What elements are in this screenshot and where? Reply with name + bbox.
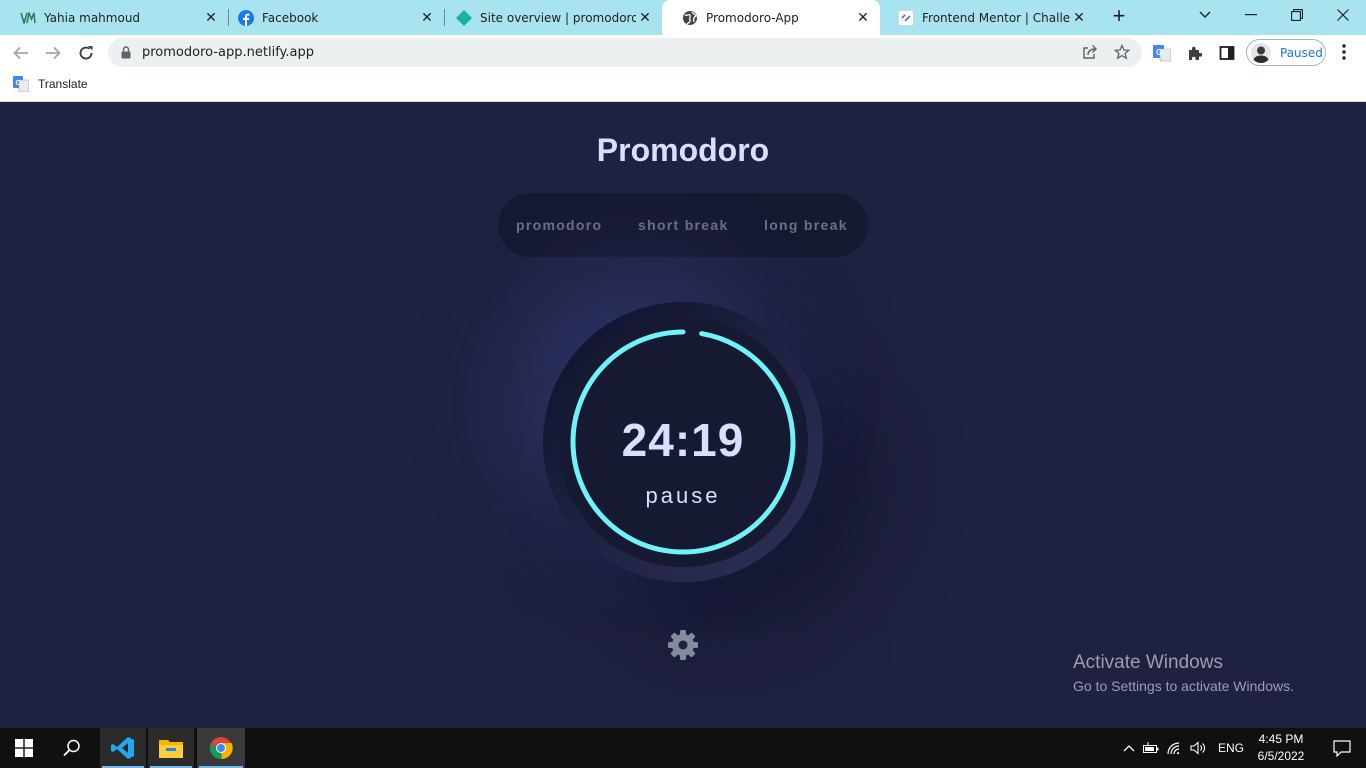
restore-button[interactable] [1274,0,1320,30]
google-translate-icon[interactable]: G [1152,43,1172,63]
tab-title: Yahia mahmoud [44,10,141,25]
wifi-icon[interactable] [1163,742,1187,754]
close-tab-icon[interactable]: ✕ [854,9,872,27]
tab-title: Site overview | promodoro-ap [480,10,636,25]
url-text: promodoro-app.netlify.app [142,45,314,60]
timer-dial[interactable]: 24:19 pause [543,302,823,582]
side-panel-icon[interactable] [1217,43,1237,63]
clock-time: 4:45 PM [1258,732,1304,746]
tab-title: Frontend Mentor | Challenge [922,10,1070,25]
activate-windows-watermark: Activate Windows Go to Settings to activ… [1073,652,1294,694]
notification-icon[interactable] [1318,728,1366,768]
lock-icon[interactable] [121,46,131,64]
chrome-icon[interactable] [197,728,245,768]
more-menu-icon[interactable] [1336,42,1352,62]
close-tab-icon[interactable]: ✕ [636,9,654,27]
forward-button[interactable] [40,40,66,66]
tab-promodoro-app[interactable]: Promodoro-App ✕ [662,0,880,35]
clock[interactable]: 4:45 PM 6/5/2022 [1253,731,1309,765]
timer-time: 24:19 [621,414,745,466]
search-icon[interactable] [48,728,96,768]
back-button[interactable] [8,40,34,66]
svg-text:G: G [15,78,21,87]
google-translate-icon: G [13,76,30,93]
windows-taskbar: ENG 4:45 PM 6/5/2022 [0,728,1366,768]
vscode-icon[interactable] [100,728,146,768]
watermark-heading: Activate Windows [1073,652,1223,673]
minimize-button[interactable] [1228,0,1274,30]
windows-start-icon[interactable] [0,728,48,768]
tab-frontend-mentor[interactable]: Frontend Mentor | Challenge ✕ [878,0,1096,35]
mode-long-break[interactable]: long break [764,217,848,233]
browser-toolbar: promodoro-app.netlify.app G Paused [0,35,1366,70]
extensions-icon[interactable] [1185,43,1205,63]
facebook-icon [238,9,254,26]
watermark-subtext: Go to Settings to activate Windows. [1073,678,1294,694]
system-tray: ENG [1119,728,1244,768]
globe-icon [682,10,698,26]
mode-short-break[interactable]: short break [638,217,729,233]
tab-strip: Yahia mahmoud ✕ Facebook ✕ Site overview… [0,0,1366,35]
avatar [1251,42,1271,63]
tab-search-button[interactable] [1182,0,1228,30]
ym-logo-icon [20,10,36,26]
clock-date: 6/5/2022 [1257,749,1305,763]
pomodoro-page: Promodoro promodoro short break long bre… [0,103,1366,728]
gear-icon[interactable] [667,629,699,666]
profile-button[interactable]: Paused [1246,39,1326,66]
file-explorer-icon[interactable] [148,728,194,768]
tab-netlify-site-overview[interactable]: Site overview | promodoro-ap ✕ [436,0,662,35]
timer-state-label[interactable]: pause [543,483,823,509]
mode-promodoro[interactable]: promodoro [516,217,602,233]
address-bar[interactable]: promodoro-app.netlify.app [108,38,1142,67]
svg-text:G: G [1156,48,1162,57]
new-tab-button[interactable]: + [1108,5,1130,28]
tab-title: Facebook [262,10,319,25]
profile-status-label: Paused [1280,45,1323,60]
mode-selector: promodoro short break long break [498,193,868,257]
tab-title: Promodoro-App [706,10,799,25]
volume-icon[interactable] [1187,741,1209,755]
chevron-up-icon[interactable] [1119,744,1139,752]
tab-yahia-mahmoud[interactable]: Yahia mahmoud ✕ [0,0,228,35]
reload-button[interactable] [73,40,99,66]
bookmarks-bar: G Translate [0,70,1366,102]
bookmark-translate[interactable]: G Translate [13,76,88,93]
battery-icon[interactable] [1139,742,1163,754]
close-tab-icon[interactable]: ✕ [1070,9,1088,27]
bookmark-label: Translate [38,77,88,91]
netlify-icon [456,9,472,26]
bookmark-star-icon[interactable] [1113,43,1131,65]
share-icon[interactable] [1082,44,1098,65]
language-indicator[interactable]: ENG [1218,741,1244,755]
frontend-mentor-icon [898,9,914,26]
close-window-button[interactable] [1320,0,1366,30]
app-title: Promodoro [596,132,770,168]
close-tab-icon[interactable]: ✕ [418,9,436,27]
tab-facebook[interactable]: Facebook ✕ [218,0,444,35]
